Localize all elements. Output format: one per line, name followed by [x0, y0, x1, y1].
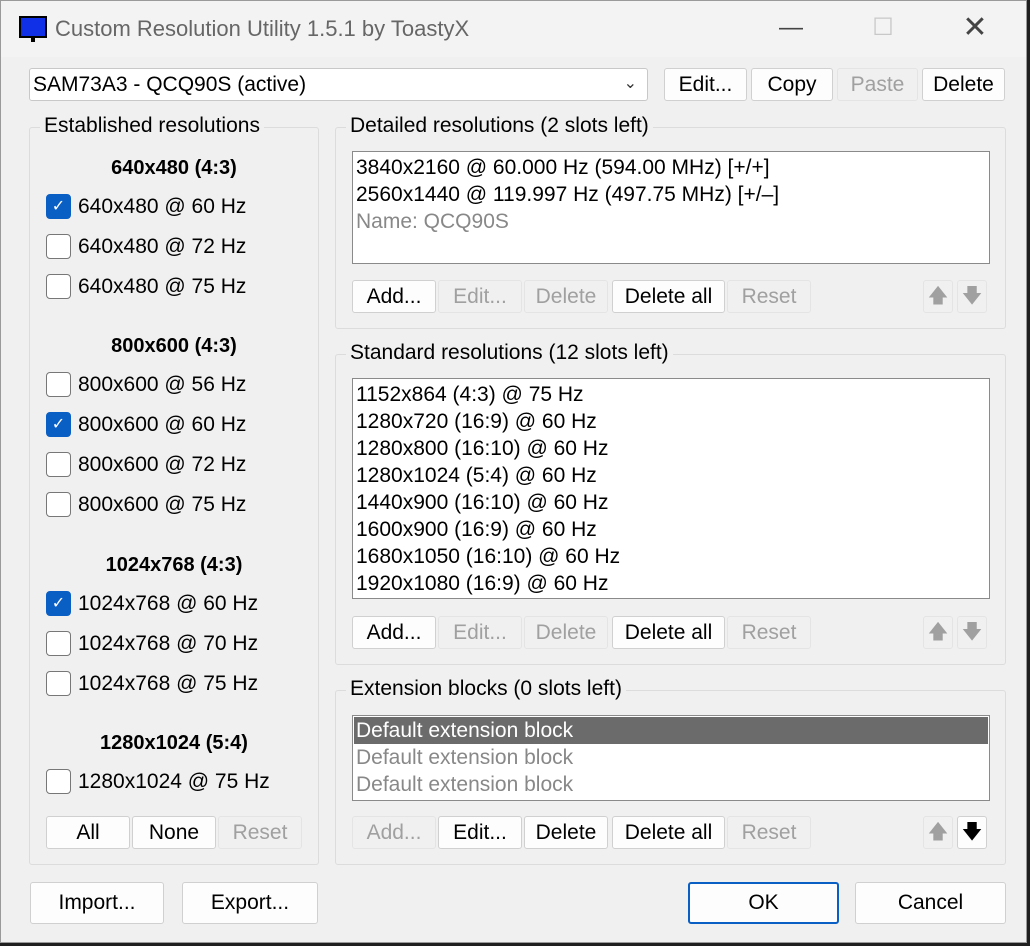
checkbox-label: 800x600 @ 56 Hz	[78, 373, 247, 396]
edit-standard-button[interactable]: Edit...	[438, 616, 522, 649]
checkbox[interactable]	[46, 492, 71, 517]
list-item[interactable]: 1280x1024 (5:4) @ 60 Hz	[356, 462, 597, 489]
edit-detailed-button[interactable]: Edit...	[438, 280, 522, 313]
paste-button[interactable]: Paste	[837, 68, 918, 101]
arrow-down-icon[interactable]: 🡇	[957, 616, 987, 649]
arrow-up-icon[interactable]: 🡅	[923, 616, 953, 649]
reset-standard-button[interactable]: Reset	[727, 616, 811, 649]
reset-established-button[interactable]: Reset	[218, 816, 302, 849]
cancel-button[interactable]: Cancel	[855, 882, 1006, 924]
extension-blocks-list[interactable]: Default extension block Default extensio…	[352, 715, 990, 801]
reset-detailed-button[interactable]: Reset	[727, 280, 811, 313]
checkbox-label: 1024x768 @ 70 Hz	[78, 632, 259, 655]
all-button[interactable]: All	[46, 816, 130, 849]
export-button[interactable]: Export...	[182, 882, 318, 924]
group-heading: 1280x1024 (5:4)	[100, 732, 248, 754]
add-standard-button[interactable]: Add...	[352, 616, 436, 649]
list-item[interactable]: 3840x2160 @ 60.000 Hz (594.00 MHz) [+/+]	[356, 154, 770, 181]
add-detailed-button[interactable]: Add...	[352, 280, 436, 313]
checkbox[interactable]	[46, 671, 71, 696]
delete-all-standard-button[interactable]: Delete all	[612, 616, 725, 649]
checkbox-label: 1024x768 @ 75 Hz	[78, 672, 259, 695]
maximize-button: ☐	[872, 14, 894, 41]
delete-extension-button[interactable]: Delete	[524, 816, 608, 849]
close-button[interactable]: ✕	[955, 11, 995, 45]
monitor-icon	[19, 16, 47, 42]
group-heading: 800x600 (4:3)	[111, 335, 237, 357]
edit-monitor-button[interactable]: Edit...	[664, 68, 747, 101]
checkbox-checked[interactable]: ✓	[46, 412, 71, 437]
list-item[interactable]: 2560x1440 @ 119.997 Hz (497.75 MHz) [+/–…	[356, 181, 779, 208]
main-window: Custom Resolution Utility 1.5.1 by Toast…	[0, 0, 1027, 943]
established-resolutions-title: Established resolutions	[40, 114, 264, 138]
list-item[interactable]: 1280x720 (16:9) @ 60 Hz	[356, 408, 597, 435]
checkbox[interactable]	[46, 769, 71, 794]
arrow-up-icon[interactable]: 🡅	[923, 816, 953, 849]
list-item[interactable]: 1600x900 (16:9) @ 60 Hz	[356, 516, 597, 543]
checkbox[interactable]	[46, 631, 71, 656]
standard-resolutions-list[interactable]: 1152x864 (4:3) @ 75 Hz 1280x720 (16:9) @…	[352, 378, 990, 599]
delete-all-detailed-button[interactable]: Delete all	[612, 280, 725, 313]
monitor-select[interactable]: SAM73A3 - QCQ90S (active) ⌄	[29, 68, 648, 101]
list-item[interactable]: 1920x1080 (16:9) @ 60 Hz	[356, 570, 608, 597]
checkbox-label: 640x480 @ 72 Hz	[78, 235, 247, 258]
delete-detailed-button[interactable]: Delete	[524, 280, 608, 313]
checkbox-checked[interactable]: ✓	[46, 591, 71, 616]
arrow-down-icon[interactable]: 🡇	[957, 280, 987, 313]
group-heading: 640x480 (4:3)	[111, 157, 237, 179]
ok-button[interactable]: OK	[688, 882, 839, 924]
group-heading: 1024x768 (4:3)	[105, 554, 243, 576]
edit-extension-button[interactable]: Edit...	[438, 816, 522, 849]
reset-extension-button[interactable]: Reset	[727, 816, 811, 849]
arrow-up-icon[interactable]: 🡅	[923, 280, 953, 313]
detailed-resolutions-title: Detailed resolutions (2 slots left)	[346, 114, 653, 138]
checkbox-label: 640x480 @ 60 Hz	[78, 195, 247, 218]
list-item[interactable]: 1152x864 (4:3) @ 75 Hz	[356, 381, 584, 408]
list-item[interactable]: 1440x900 (16:10) @ 60 Hz	[356, 489, 608, 516]
standard-resolutions-title: Standard resolutions (12 slots left)	[346, 341, 673, 365]
checkbox-label: 640x480 @ 75 Hz	[78, 275, 247, 298]
list-item-name[interactable]: Name: QCQ90S	[356, 208, 509, 235]
standard-resolutions-group: Standard resolutions (12 slots left) 115…	[335, 341, 1006, 665]
checkbox-label: 800x600 @ 72 Hz	[78, 453, 247, 476]
delete-standard-button[interactable]: Delete	[524, 616, 608, 649]
checkbox-label: 1280x1024 @ 75 Hz	[78, 770, 270, 793]
extension-blocks-group: Extension blocks (0 slots left) Default …	[335, 677, 1006, 865]
list-item-selected[interactable]: Default extension block	[354, 717, 988, 744]
monitor-select-value: SAM73A3 - QCQ90S (active)	[33, 73, 307, 96]
checkbox[interactable]	[46, 234, 71, 259]
chevron-down-icon: ⌄	[623, 75, 637, 92]
list-item[interactable]: Default extension block	[356, 771, 573, 798]
minimize-button[interactable]: —	[771, 11, 811, 45]
add-extension-button[interactable]: Add...	[352, 816, 436, 849]
checkbox-label: 800x600 @ 60 Hz	[78, 413, 247, 436]
import-button[interactable]: Import...	[30, 882, 164, 924]
list-item[interactable]: 1680x1050 (16:10) @ 60 Hz	[356, 543, 620, 570]
detailed-resolutions-list[interactable]: 3840x2160 @ 60.000 Hz (594.00 MHz) [+/+]…	[352, 151, 990, 264]
checkbox-checked[interactable]: ✓	[46, 194, 71, 219]
list-item[interactable]: 1280x800 (16:10) @ 60 Hz	[356, 435, 608, 462]
title-bar: Custom Resolution Utility 1.5.1 by Toast…	[1, 1, 1026, 57]
checkbox[interactable]	[46, 452, 71, 477]
delete-monitor-button[interactable]: Delete	[922, 68, 1005, 101]
detailed-resolutions-group: Detailed resolutions (2 slots left) 3840…	[335, 114, 1006, 329]
checkbox[interactable]	[46, 274, 71, 299]
delete-all-extension-button[interactable]: Delete all	[612, 816, 725, 849]
list-item[interactable]: Default extension block	[356, 744, 573, 771]
arrow-down-icon[interactable]: 🡇	[957, 816, 987, 849]
none-button[interactable]: None	[132, 816, 216, 849]
window-title: Custom Resolution Utility 1.5.1 by Toast…	[55, 16, 470, 41]
copy-button[interactable]: Copy	[751, 68, 833, 101]
checkbox-label: 1024x768 @ 60 Hz	[78, 592, 259, 615]
established-resolutions-group: Established resolutions 640x480 (4:3) ✓ …	[29, 114, 319, 865]
checkbox[interactable]	[46, 372, 71, 397]
extension-blocks-title: Extension blocks (0 slots left)	[346, 677, 626, 701]
checkbox-label: 800x600 @ 75 Hz	[78, 493, 247, 516]
